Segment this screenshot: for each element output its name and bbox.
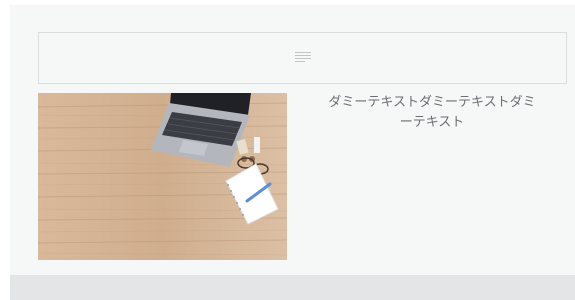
- paragraph-lines-icon: [295, 52, 311, 66]
- footer-bar: [10, 275, 575, 300]
- media-text-paragraph[interactable]: ダミーテキストダミーテキストダミーテキスト: [327, 93, 537, 133]
- media-image[interactable]: [38, 93, 287, 260]
- empty-block-placeholder[interactable]: [38, 32, 567, 84]
- editor-canvas: ダミーテキストダミーテキストダミーテキスト: [10, 5, 575, 275]
